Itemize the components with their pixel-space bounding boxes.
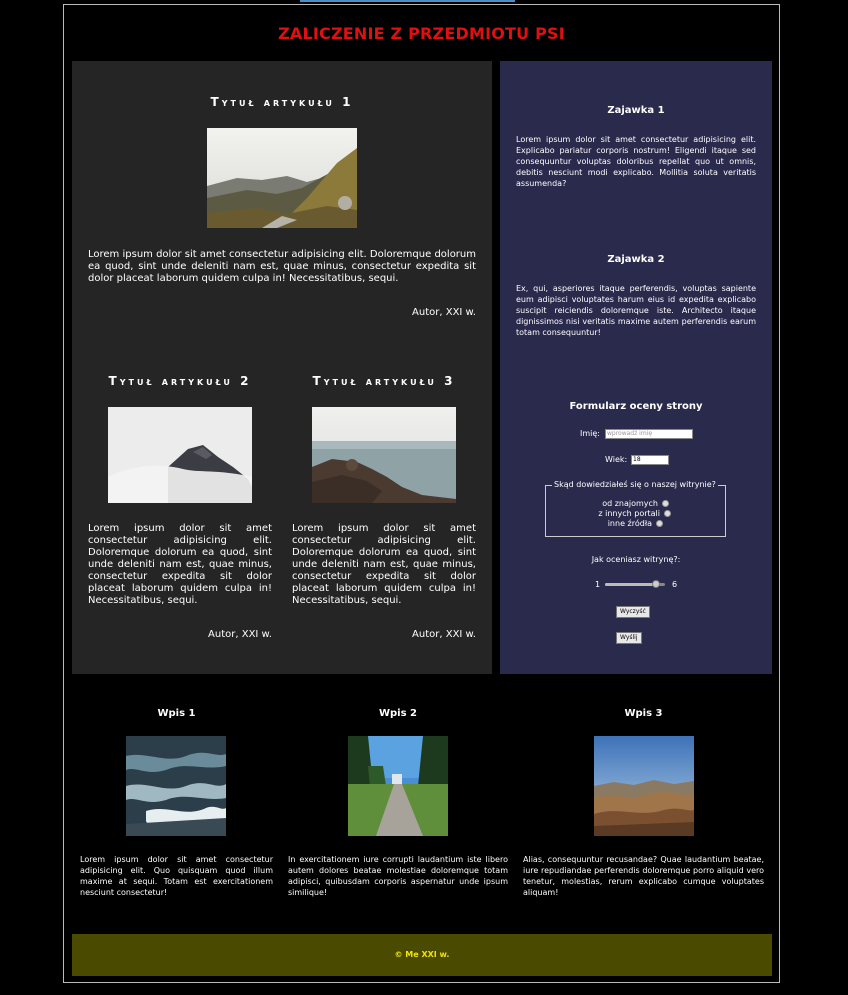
rating-max-label: 6 bbox=[672, 580, 678, 589]
source-option-portals-label: z innych portali bbox=[598, 509, 660, 518]
rating-label: Jak oceniasz witrynę?: bbox=[591, 555, 681, 564]
submit-button[interactable]: Wyślij bbox=[616, 632, 642, 644]
post-3-text: Alias, consequuntur recusandae? Quae lau… bbox=[523, 855, 764, 897]
article-3-text: Lorem ipsum dolor sit amet consectetur a… bbox=[292, 523, 476, 606]
post-2-title: Wpis 2 bbox=[378, 708, 417, 719]
post-3-image-desert-hills bbox=[594, 736, 694, 836]
source-option-friends-label: od znajomych bbox=[602, 499, 658, 508]
teaser-2-text: Ex, qui, asperiores itaque perferendis, … bbox=[516, 284, 756, 337]
top-scroll-indicator bbox=[300, 0, 515, 2]
article-1-image-mountain-valley bbox=[207, 128, 357, 228]
name-label: Imię: bbox=[580, 429, 600, 438]
article-2-author: Autor, XXI w. bbox=[208, 629, 272, 640]
clear-button[interactable]: Wyczyść bbox=[616, 606, 650, 618]
post-1-title: Wpis 1 bbox=[157, 708, 196, 719]
footer: © Me XXI w. bbox=[72, 934, 772, 976]
teaser-1-title: Zajawka 1 bbox=[607, 105, 665, 116]
source-option-friends-radio[interactable] bbox=[662, 500, 669, 507]
article-1-text: Lorem ipsum dolor sit amet consectetur a… bbox=[88, 249, 476, 284]
rating-form-title: Formularz oceny strony bbox=[569, 401, 703, 412]
page-title: ZALICZENIE Z PRZEDMIOTU PSI bbox=[278, 24, 565, 43]
rating-slider-thumb[interactable] bbox=[652, 580, 660, 588]
rating-min-label: 1 bbox=[595, 580, 601, 589]
article-1-title: Tytuł artykułu 1 bbox=[210, 95, 354, 109]
post-3-title: Wpis 3 bbox=[624, 708, 663, 719]
teaser-1-text: Lorem ipsum dolor sit amet consectetur a… bbox=[516, 135, 756, 188]
age-input[interactable]: 18 bbox=[631, 455, 669, 465]
source-option-other-label: inne źródła bbox=[607, 519, 652, 528]
article-2-image-misty-peak bbox=[108, 407, 252, 503]
age-label: Wiek: bbox=[605, 455, 628, 464]
post-1-image-ocean-waves bbox=[126, 736, 226, 836]
teaser-2-title: Zajawka 2 bbox=[607, 254, 665, 265]
source-legend: Skąd dowiedziałeś się o naszej witrynie? bbox=[552, 480, 718, 490]
article-2-title: Tytuł artykułu 2 bbox=[108, 374, 252, 388]
source-option-portals-radio[interactable] bbox=[664, 510, 671, 517]
article-3-title: Tytuł artykułu 3 bbox=[312, 374, 456, 388]
article-1-author: Autor, XXI w. bbox=[412, 307, 476, 318]
article-2-text: Lorem ipsum dolor sit amet consectetur a… bbox=[88, 523, 272, 606]
article-3-image-rocky-coast bbox=[312, 407, 456, 503]
name-input[interactable]: wprowadź imię bbox=[605, 429, 693, 439]
source-option-other-radio[interactable] bbox=[656, 520, 663, 527]
post-1-text: Lorem ipsum dolor sit amet consectetur a… bbox=[80, 855, 273, 897]
post-2-text: In exercitationem iure corrupti laudanti… bbox=[288, 855, 508, 897]
rating-slider-fill bbox=[605, 583, 656, 586]
post-2-image-forest-path bbox=[348, 736, 448, 836]
article-3-author: Autor, XXI w. bbox=[412, 629, 476, 640]
